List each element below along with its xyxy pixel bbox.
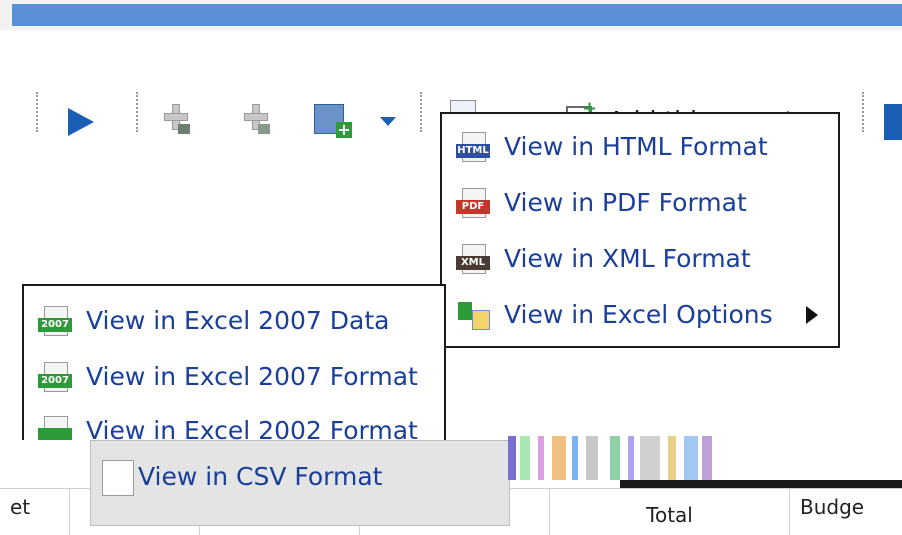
menu-item-label: View in Excel Options <box>504 300 773 329</box>
menu-item-csv-format[interactable]: View in CSV Format <box>94 452 410 502</box>
toolbar-separator <box>862 92 864 132</box>
xml-icon: XML <box>456 244 492 274</box>
toolbar-separator <box>36 92 38 132</box>
menu-item-label: View in Excel 2007 Format <box>86 362 418 391</box>
toolbar-overflow-icon[interactable] <box>884 104 902 140</box>
column-header[interactable]: et <box>0 489 70 535</box>
column-header[interactable]: Total <box>550 489 790 535</box>
menu-item-excel-2002-format[interactable]: View in Excel 2002 Format <box>24 410 444 440</box>
menu-item-xml[interactable]: XML View in XML Format <box>442 238 838 278</box>
toolbar-separator <box>136 92 138 132</box>
csv-icon <box>102 460 134 496</box>
run-report-icon[interactable] <box>68 108 94 136</box>
pdf-icon: PDF <box>456 188 492 218</box>
toolbar-separator <box>420 92 422 132</box>
chevron-down-icon[interactable] <box>380 117 396 126</box>
add-section-icon[interactable]: + <box>314 104 354 140</box>
window-title-bar <box>0 0 902 30</box>
title-bar-gradient <box>12 4 902 26</box>
menu-item-label: View in XML Format <box>504 244 751 273</box>
collapse-rows-icon[interactable] <box>160 102 190 134</box>
output-format-menu: HTML View in HTML Format PDF View in PDF… <box>440 112 840 348</box>
menu-item-label: View in Excel 2002 Format <box>86 416 418 440</box>
column-header[interactable]: Budge <box>790 489 902 535</box>
excel-options-submenu: 2007 View in Excel 2007 Data 2007 View i… <box>22 284 446 440</box>
excel-options-icon <box>456 300 492 330</box>
menu-item-label: View in PDF Format <box>504 188 747 217</box>
menu-item-excel-2007-data[interactable]: 2007 View in Excel 2007 Data <box>24 300 444 340</box>
submenu-arrow-icon <box>806 306 818 324</box>
menu-item-label: View in HTML Format <box>504 132 768 161</box>
report-toolbar: + HTML + Add this report <box>0 40 902 140</box>
excel-2007-icon: 2007 <box>38 306 74 336</box>
menu-item-excel-2007-format[interactable]: 2007 View in Excel 2007 Format <box>24 356 444 396</box>
expand-rows-icon[interactable] <box>240 102 270 134</box>
menu-item-excel-options[interactable]: View in Excel Options <box>442 294 838 334</box>
excel-2007-icon: 2007 <box>38 362 74 392</box>
menu-item-label: View in CSV Format <box>138 462 383 491</box>
menu-item-html[interactable]: HTML View in HTML Format <box>442 126 838 166</box>
menu-item-pdf[interactable]: PDF View in PDF Format <box>442 182 838 222</box>
html-icon: HTML <box>456 132 492 162</box>
excel-2002-icon <box>38 416 74 440</box>
menu-item-label: View in Excel 2007 Data <box>86 306 390 335</box>
